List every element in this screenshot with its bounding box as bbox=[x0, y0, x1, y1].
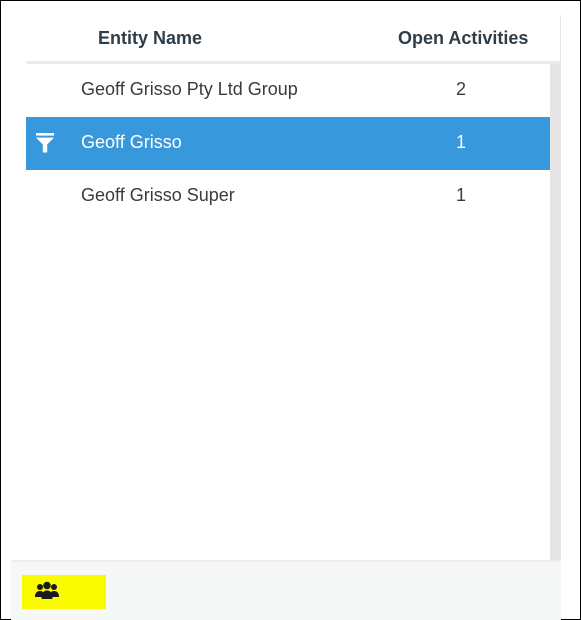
open-activities-cell: 1 bbox=[455, 185, 466, 205]
entity-name-cell: Geoff Grisso Pty Ltd Group bbox=[81, 79, 298, 99]
group-button[interactable] bbox=[22, 575, 106, 609]
table-body: Geoff Grisso Pty Ltd Group 2 Geoff Griss… bbox=[26, 64, 550, 223]
table-row[interactable]: Geoff Grisso Super 1 bbox=[26, 170, 550, 223]
table-row[interactable]: Geoff Grisso Pty Ltd Group 2 bbox=[26, 64, 550, 117]
panel-right-border bbox=[560, 15, 561, 620]
entity-name-cell: Geoff Grisso Super bbox=[81, 185, 235, 205]
table-footer bbox=[11, 560, 561, 620]
table-row-selected[interactable]: Geoff Grisso 1 bbox=[26, 117, 550, 170]
open-activities-cell: 1 bbox=[455, 132, 466, 152]
column-header-open-activities[interactable]: Open Activities bbox=[398, 28, 528, 49]
table-header: Entity Name Open Activities bbox=[26, 15, 561, 61]
filter-icon[interactable] bbox=[36, 133, 54, 153]
column-header-entity-name[interactable]: Entity Name bbox=[98, 28, 202, 49]
entity-name-cell: Geoff Grisso bbox=[81, 132, 182, 152]
open-activities-cell: 2 bbox=[455, 79, 466, 99]
users-group-icon bbox=[35, 581, 59, 599]
entity-table-panel: Entity Name Open Activities Geoff Grisso… bbox=[11, 15, 561, 560]
